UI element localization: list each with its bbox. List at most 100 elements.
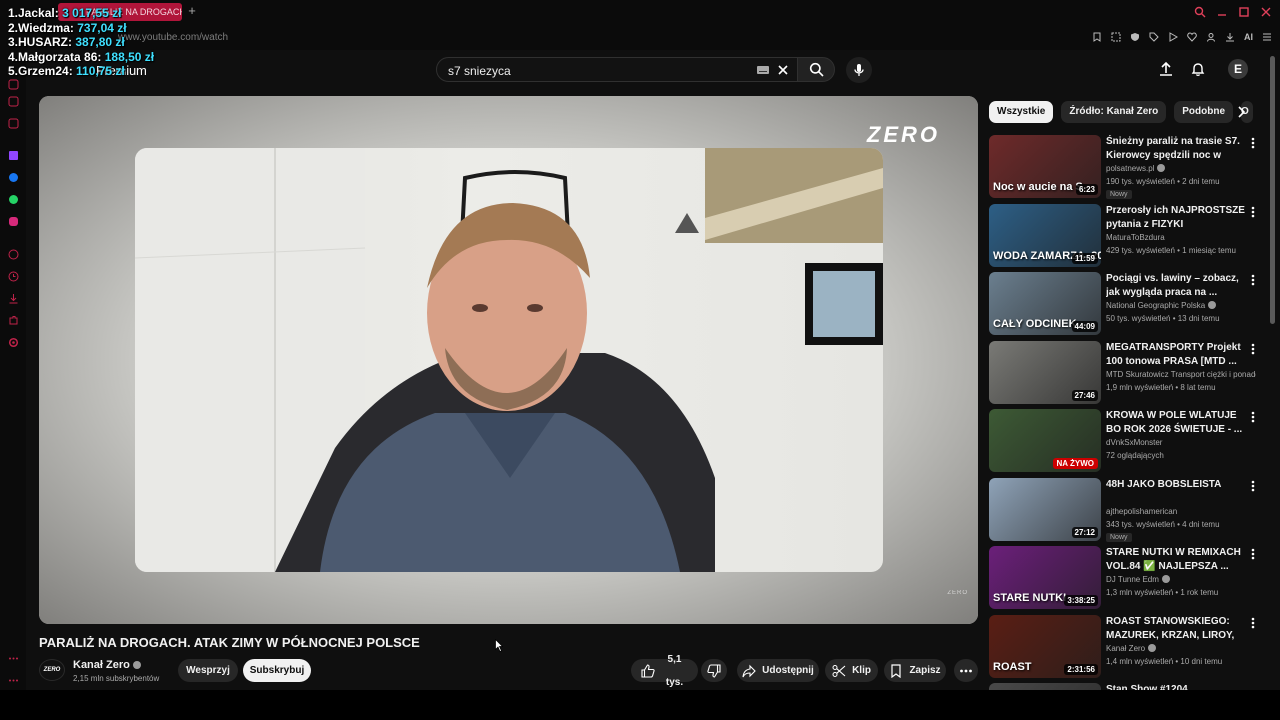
more-vertical-icon[interactable] (1251, 274, 1255, 286)
more-vertical-icon[interactable] (1251, 480, 1255, 492)
add-icon[interactable] (8, 249, 19, 260)
channel-name-text[interactable]: Kanał Zero (73, 659, 130, 671)
whatsapp-icon[interactable] (8, 194, 19, 205)
channel-avatar[interactable]: ZERO (39, 659, 65, 681)
search-icon[interactable] (1194, 6, 1206, 18)
save-button[interactable]: Zapisz (884, 659, 946, 682)
recommendation-channel[interactable]: ajthepolishamerican (1106, 507, 1256, 516)
tag-icon[interactable] (1149, 32, 1159, 42)
profile-icon[interactable] (1206, 32, 1216, 42)
menu-icon[interactable] (1262, 32, 1272, 42)
channel-name-text[interactable]: Kanał Zero (1106, 644, 1145, 653)
close-icon[interactable] (1260, 6, 1272, 18)
upload-icon[interactable] (1158, 61, 1174, 77)
recommendation-channel[interactable]: Kanał Zero (1106, 644, 1256, 653)
settings-icon[interactable] (8, 337, 19, 348)
recommendation-item[interactable]: STARE NUTKI 3:38:25 STARE NUTKI W REMIXACH… (989, 546, 1263, 610)
more-icon[interactable] (8, 653, 19, 664)
heart-icon[interactable] (1187, 32, 1197, 42)
chip-related[interactable]: Podobne (1174, 101, 1234, 123)
instagram-icon[interactable] (8, 216, 19, 227)
video-thumbnail[interactable]: WODA ZAMARZA -200°C11:59 (989, 204, 1101, 267)
channel-name-text[interactable]: polsatnews.pl (1106, 164, 1154, 173)
history-icon[interactable] (8, 271, 19, 282)
app-icon[interactable] (8, 118, 19, 129)
recommendation-channel[interactable]: MTD Skuratowicz Transport ciężki i ponad… (1106, 370, 1256, 379)
search-input[interactable]: s7 sniezyca (436, 57, 798, 82)
clip-button[interactable]: Klip (825, 659, 878, 682)
recommendation-item[interactable]: WODA ZAMARZA -200°C11:59Przerosły ich NA… (989, 204, 1263, 268)
recommendation-item[interactable]: CAŁY ODCINEK 44:09 Pociągi vs. lawiny – zo… (989, 272, 1263, 336)
extensions-icon[interactable] (8, 315, 19, 326)
search-query[interactable]: s7 sniezyca (448, 64, 511, 78)
twitch-icon[interactable] (8, 150, 19, 161)
clear-search-icon[interactable] (777, 64, 789, 76)
app-icon[interactable] (8, 96, 19, 107)
video-frame[interactable] (135, 148, 883, 572)
recommendation-title[interactable]: STARE NUTKI W REMIXACH VOL.84 ✅ NAJLEPSZ… (1106, 546, 1246, 573)
messenger-icon[interactable] (8, 172, 19, 183)
more-actions-button[interactable] (954, 659, 978, 682)
new-tab-button[interactable]: + (185, 4, 199, 18)
share-button[interactable]: Udostępnij (737, 659, 819, 682)
video-thumbnail[interactable]: NA ŻYWO (989, 409, 1101, 472)
download-icon[interactable] (1225, 32, 1235, 42)
recommendation-title[interactable]: Śnieżny paraliż na trasie S7. Kierowcy s… (1106, 135, 1246, 163)
bookmark-icon[interactable] (1092, 32, 1102, 42)
channel-name-text[interactable]: ajthepolishamerican (1106, 507, 1177, 516)
video-player[interactable]: ZERO ZERO (39, 96, 978, 624)
more-icon[interactable] (8, 675, 19, 686)
recommendation-channel[interactable]: dVnkSxMonster (1106, 438, 1256, 447)
subscribe-button[interactable]: Subskrybuj (243, 659, 311, 682)
recommendation-channel[interactable]: polsatnews.pl (1106, 164, 1256, 173)
download-icon[interactable] (8, 293, 19, 304)
more-vertical-icon[interactable] (1251, 137, 1255, 149)
video-thumbnail[interactable]: Noc w aucie na S 6:23 (989, 135, 1101, 198)
video-thumbnail[interactable]: STARE NUTKI 3:38:25 (989, 546, 1101, 609)
recommendation-item[interactable]: 27:46 MEGATRANSPORTY Projekt 100 tonowa P… (989, 341, 1263, 405)
like-button[interactable]: 5,1 tys. (631, 654, 698, 688)
chip-source-channel[interactable]: Źródło: Kanał Zero (1061, 101, 1167, 123)
recommendation-title[interactable]: KROWA W POLE WLATUJE BO ROK 2026 ŚWIETUJ… (1106, 409, 1246, 436)
chevron-right-icon[interactable] (1234, 105, 1248, 119)
recommendation-item[interactable]: ROAST 2:31:56 ROAST STANOWSKIEGO: MAZUREK,… (989, 615, 1263, 679)
support-button[interactable]: Wesprzyj (178, 659, 238, 682)
recommendation-item[interactable]: NA ŻYWO KROWA W POLE WLATUJE BO ROK 2026 … (989, 409, 1263, 473)
recommendation-title[interactable]: Przerosły ich NAJPROSTSZE pytania z FIZY… (1106, 204, 1246, 231)
recommendation-channel[interactable]: National Geographic Polska (1106, 301, 1256, 310)
recommendation-title[interactable]: ROAST STANOWSKIEGO: MAZUREK, KRZAN, LIRO… (1106, 615, 1246, 643)
shield-icon[interactable] (1130, 32, 1140, 42)
channel-name-text[interactable]: National Geographic Polska (1106, 301, 1205, 310)
channel-name[interactable]: Kanał Zero (73, 659, 141, 671)
more-vertical-icon[interactable] (1251, 343, 1255, 355)
voice-search-button[interactable] (846, 57, 872, 83)
recommendation-title[interactable]: MEGATRANSPORTY Projekt 100 tonowa PRASA … (1106, 341, 1246, 368)
video-thumbnail[interactable]: 27:46 (989, 341, 1101, 404)
more-vertical-icon[interactable] (1251, 617, 1255, 629)
recommendation-channel[interactable]: DJ Tunne Edm (1106, 575, 1256, 584)
recommendation-channel[interactable]: MaturaToBzdura (1106, 233, 1256, 242)
play-icon[interactable] (1168, 32, 1178, 42)
video-thumbnail[interactable]: ROAST 2:31:56 (989, 615, 1101, 678)
video-thumbnail[interactable]: CAŁY ODCINEK 44:09 (989, 272, 1101, 335)
recommendation-item[interactable]: 27:12 48H JAKO BOBSLEISTA ajthepolishameri… (989, 478, 1263, 542)
ai-button[interactable]: AI (1244, 32, 1253, 42)
scrollbar[interactable] (1270, 56, 1275, 324)
channel-name-text[interactable]: MaturaToBzdura (1106, 233, 1165, 242)
recommendation-item[interactable]: Noc w aucie na S 6:23 Śnieżny paraliż na t… (989, 135, 1263, 199)
channel-name-text[interactable]: MTD Skuratowicz Transport ciężki i ponad… (1106, 370, 1256, 379)
screenshot-icon[interactable] (1111, 32, 1121, 42)
more-vertical-icon[interactable] (1251, 206, 1255, 218)
maximize-icon[interactable] (1238, 6, 1250, 18)
search-button[interactable] (797, 57, 835, 82)
minimize-icon[interactable] (1216, 6, 1228, 18)
recommendation-title[interactable]: 48H JAKO BOBSLEISTA (1106, 478, 1246, 492)
video-thumbnail[interactable]: 27:12 (989, 478, 1101, 541)
keyboard-icon[interactable] (757, 66, 769, 74)
chip-all[interactable]: Wszystkie (989, 101, 1054, 123)
recommendation-title[interactable]: Pociągi vs. lawiny – zobacz, jak wygląda… (1106, 272, 1246, 299)
notifications-bell-icon[interactable] (1190, 61, 1206, 77)
dislike-button[interactable] (701, 659, 727, 682)
avatar[interactable]: E (1228, 59, 1248, 79)
more-vertical-icon[interactable] (1251, 548, 1255, 560)
